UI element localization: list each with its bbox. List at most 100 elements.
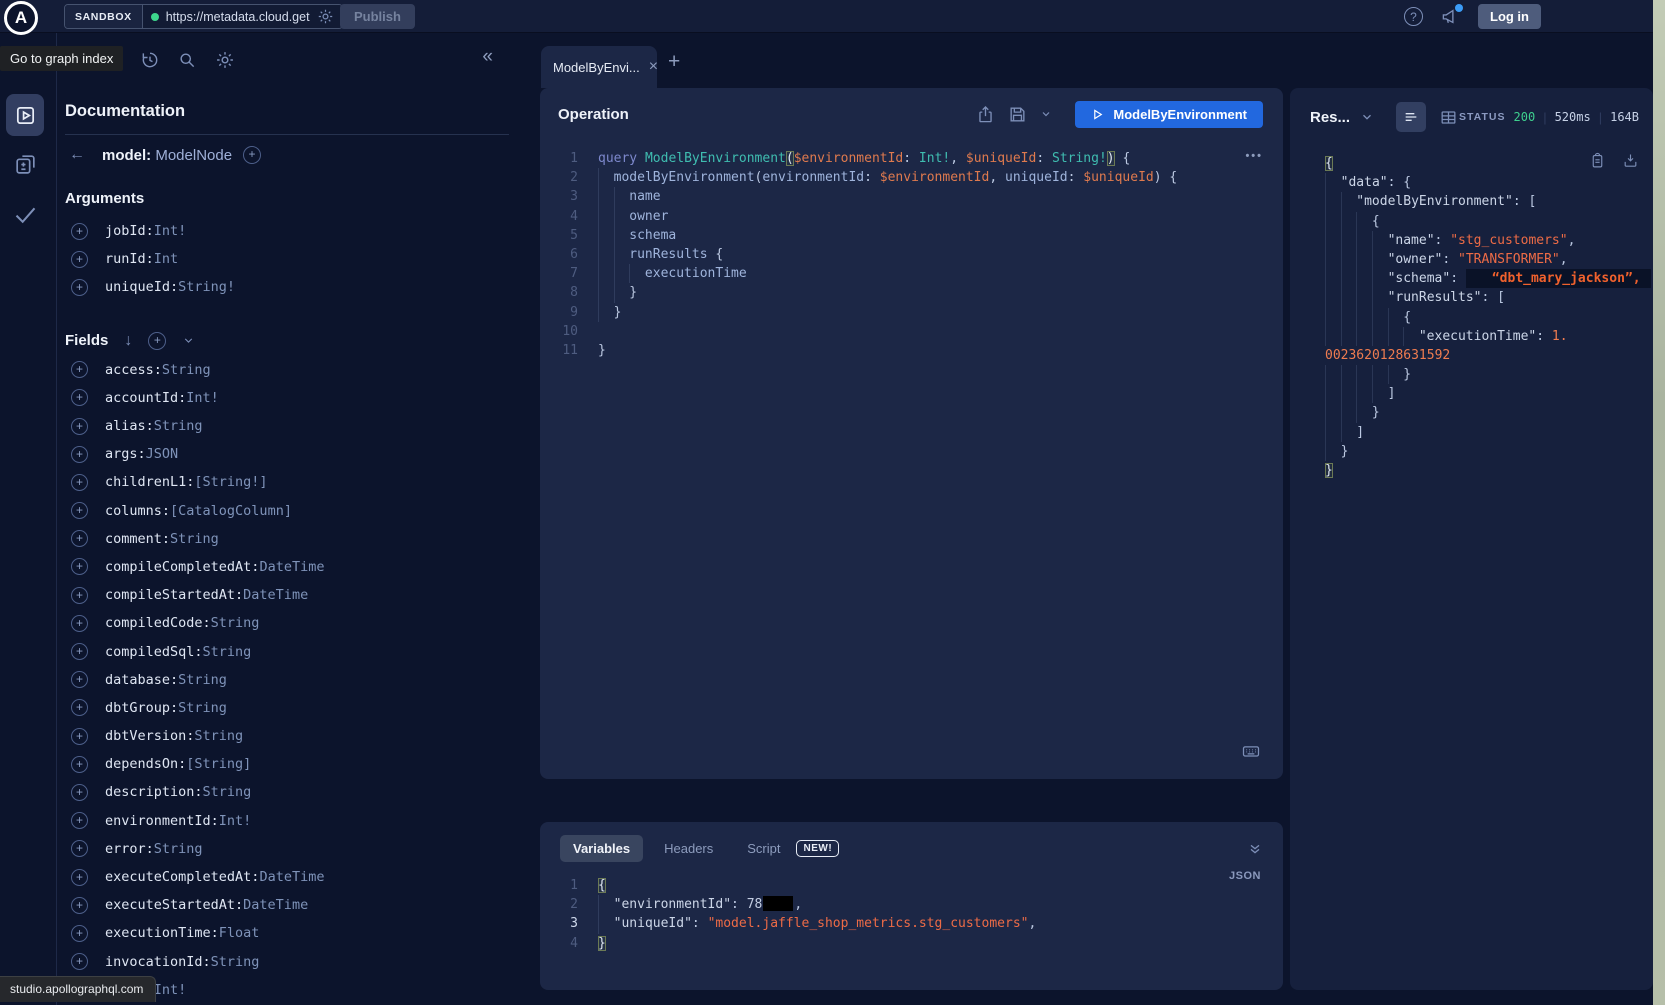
field-type[interactable]: DateTime (259, 869, 324, 885)
help-icon[interactable]: ? (1404, 7, 1423, 26)
field-name[interactable]: executeStartedAt: (105, 897, 243, 913)
download-response-icon[interactable] (1622, 152, 1639, 169)
copy-response-icon[interactable] (1589, 152, 1606, 169)
field-name[interactable]: compileCompletedAt: (105, 559, 259, 575)
add-to-query-icon[interactable]: + (71, 530, 88, 547)
add-to-query-icon[interactable]: + (71, 389, 88, 406)
field-name[interactable]: columns: (105, 503, 170, 519)
field-name[interactable]: compiledSql: (105, 644, 203, 660)
field-name[interactable]: runId: (105, 251, 154, 267)
field-name[interactable]: database: (105, 672, 178, 688)
field-type[interactable]: String (170, 531, 219, 547)
field-type[interactable]: DateTime (259, 559, 324, 575)
collapse-variables-icon[interactable] (1247, 841, 1263, 857)
new-tab-button[interactable]: + (668, 50, 680, 74)
add-to-query-icon[interactable]: + (71, 897, 88, 914)
add-to-query-icon[interactable]: + (71, 840, 88, 857)
add-to-query-icon[interactable]: + (71, 446, 88, 463)
field-type[interactable]: Int! (154, 982, 187, 998)
field-name[interactable]: invocationId: (105, 954, 211, 970)
add-to-query-icon[interactable]: + (71, 251, 88, 268)
connection-settings-gear-icon[interactable] (317, 8, 334, 25)
field-type[interactable]: [String] (186, 756, 251, 772)
add-to-query-icon[interactable]: + (71, 418, 88, 435)
add-to-query-icon[interactable]: + (71, 502, 88, 519)
add-to-query-icon[interactable]: + (71, 728, 88, 745)
field-type[interactable]: String (203, 784, 252, 800)
field-type[interactable]: String (211, 615, 260, 631)
tab-variables[interactable]: Variables (560, 835, 643, 862)
field-name[interactable]: alias: (105, 418, 154, 434)
add-all-fields-icon[interactable]: + (243, 146, 261, 164)
add-to-query-icon[interactable]: + (71, 925, 88, 942)
login-button[interactable]: Log in (1478, 4, 1541, 29)
field-name[interactable]: comment: (105, 531, 170, 547)
field-name[interactable]: jobId: (105, 223, 154, 239)
field-name[interactable]: dbtGroup: (105, 700, 178, 716)
add-to-query-icon[interactable]: + (71, 671, 88, 688)
field-type[interactable]: String (203, 644, 252, 660)
announcements-megaphone-icon[interactable] (1441, 7, 1460, 26)
add-to-query-icon[interactable]: + (71, 869, 88, 886)
field-name[interactable]: description: (105, 784, 203, 800)
publish-button[interactable]: Publish (340, 4, 415, 29)
add-to-query-icon[interactable]: + (71, 615, 88, 632)
endpoint-url[interactable]: https://metadata.cloud.get (166, 10, 310, 24)
share-icon[interactable] (976, 105, 995, 124)
nav-schema-button[interactable] (13, 151, 38, 176)
add-to-query-icon[interactable]: + (71, 223, 88, 240)
field-type[interactable]: DateTime (243, 897, 308, 913)
add-to-query-icon[interactable]: + (71, 279, 88, 296)
operation-menu-icon[interactable]: ••• (1245, 150, 1263, 162)
nav-checklist-button[interactable] (12, 201, 39, 228)
field-name[interactable]: uniqueId: (105, 279, 178, 295)
variables-editor[interactable]: 1{2 "environmentId": 78,3 "uniqueId": "m… (540, 862, 1283, 953)
add-to-query-icon[interactable]: + (71, 784, 88, 801)
tab-modelbyenvironment[interactable]: ModelByEnvi... × (541, 46, 657, 88)
field-type[interactable]: String! (178, 279, 235, 295)
table-view-toggle[interactable] (1439, 108, 1458, 127)
field-name[interactable]: environmentId: (105, 813, 219, 829)
add-to-query-icon[interactable]: + (71, 699, 88, 716)
add-to-query-icon[interactable]: + (71, 587, 88, 604)
sort-fields-icon[interactable]: ↓ (124, 332, 132, 350)
apollo-logo[interactable]: A (4, 1, 38, 35)
add-to-query-icon[interactable]: + (71, 558, 88, 575)
field-type[interactable]: String (178, 700, 227, 716)
field-type[interactable]: Int! (219, 813, 252, 829)
run-operation-button[interactable]: ModelByEnvironment (1075, 101, 1263, 128)
field-name[interactable]: args: (105, 446, 146, 462)
add-fields-icon[interactable]: + (148, 332, 166, 350)
field-name[interactable]: error: (105, 841, 154, 857)
format-json-toggle[interactable] (1396, 102, 1426, 132)
field-type[interactable]: [String!] (194, 474, 267, 490)
field-name[interactable]: dbtVersion: (105, 728, 194, 744)
search-icon[interactable] (177, 50, 197, 70)
field-type[interactable]: String (154, 418, 203, 434)
add-to-query-icon[interactable]: + (71, 474, 88, 491)
tab-close-icon[interactable]: × (649, 59, 658, 75)
field-name[interactable]: dependsOn: (105, 756, 186, 772)
field-type[interactable]: Int (154, 251, 178, 267)
field-type[interactable]: String (178, 672, 227, 688)
endpoint-url-box[interactable]: https://metadata.cloud.get (143, 5, 342, 28)
field-type[interactable]: JSON (146, 446, 179, 462)
add-to-query-icon[interactable]: + (71, 812, 88, 829)
collapse-panel-icon[interactable]: « (482, 46, 493, 68)
field-name[interactable]: executionTime: (105, 925, 219, 941)
field-type[interactable]: String (211, 954, 260, 970)
breadcrumb-type-link[interactable]: ModelNode (155, 147, 232, 164)
response-chevron-icon[interactable] (1360, 110, 1374, 124)
field-type[interactable]: String (194, 728, 243, 744)
field-type[interactable]: String (162, 362, 211, 378)
nav-explorer-button[interactable] (6, 94, 44, 136)
field-type[interactable]: Int! (186, 390, 219, 406)
field-type[interactable]: DateTime (243, 587, 308, 603)
field-type[interactable]: Int! (154, 223, 187, 239)
history-icon[interactable] (140, 50, 160, 70)
save-chevron-icon[interactable] (1040, 108, 1052, 120)
tab-headers[interactable]: Headers (651, 835, 726, 862)
tab-script[interactable]: Script (734, 835, 786, 862)
keyboard-shortcuts-icon[interactable] (1241, 741, 1261, 761)
add-to-query-icon[interactable]: + (71, 361, 88, 378)
